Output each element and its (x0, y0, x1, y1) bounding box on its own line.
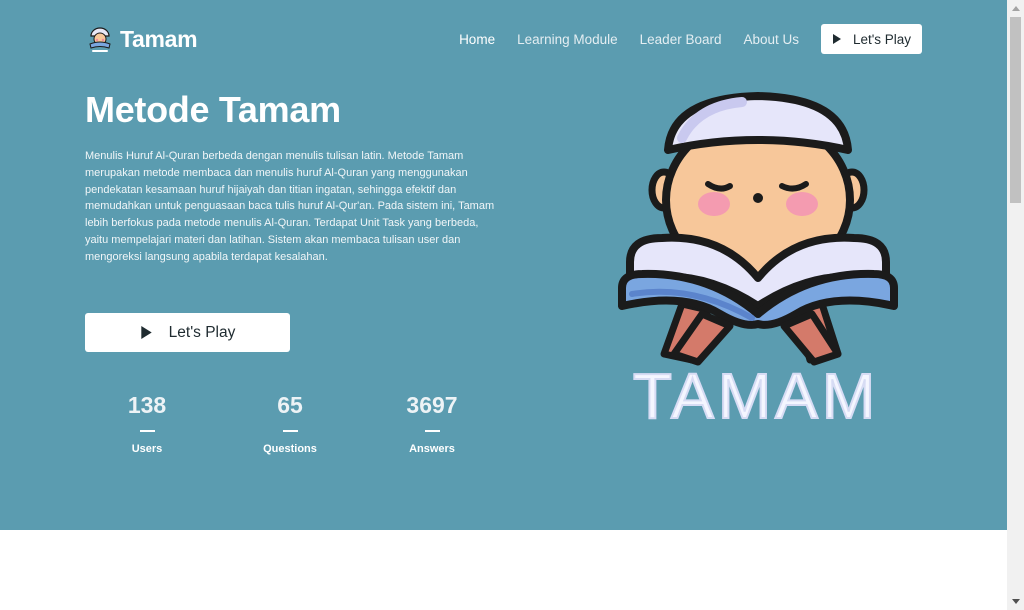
tamam-mascot-illustration: TAMAM (618, 92, 898, 432)
stat-value: 138 (127, 392, 167, 418)
hero-lets-play-label: Let's Play (168, 323, 236, 341)
stat-users: 138 Users (82, 392, 212, 455)
nav-lets-play-button[interactable]: Let's Play (821, 24, 922, 54)
nav-link-about-us[interactable]: About Us (743, 32, 799, 47)
illustration-wordmark: TAMAM (633, 360, 879, 432)
stat-divider (424, 430, 440, 432)
navbar: Tamam Home Learning Module Leader Board … (85, 22, 922, 56)
stat-label: Users (131, 443, 163, 455)
nav-link-home[interactable]: Home (459, 32, 495, 47)
nav-link-learning-module[interactable]: Learning Module (517, 32, 618, 47)
hero-title: Metode Tamam (85, 89, 341, 130)
stat-value: 65 (277, 392, 303, 418)
hero-description: Menulis Huruf Al-Quran berbeda dengan me… (85, 150, 495, 263)
stat-label: Answers (409, 443, 455, 455)
stat-value: 3697 (406, 392, 458, 418)
brand[interactable]: Tamam (85, 22, 198, 56)
scroll-up-arrow-icon[interactable] (1007, 0, 1024, 17)
stat-questions: 65 Questions (225, 392, 355, 455)
hero-lets-play-button[interactable]: Let's Play (85, 313, 290, 352)
stat-answers: 3697 Answers (367, 392, 497, 455)
play-icon (832, 34, 841, 44)
nav-links: Home Learning Module Leader Board About … (459, 22, 922, 56)
stat-label: Questions (263, 443, 317, 455)
stat-divider (282, 430, 298, 432)
hero-section: Tamam Home Learning Module Leader Board … (0, 0, 1007, 530)
stat-divider (139, 430, 155, 432)
brand-name: Tamam (120, 25, 198, 52)
nav-link-leader-board[interactable]: Leader Board (640, 32, 722, 47)
nav-lets-play-label: Let's Play (852, 31, 912, 47)
scrollbar-thumb[interactable] (1010, 17, 1021, 203)
play-icon (140, 326, 152, 339)
scroll-down-arrow-icon[interactable] (1007, 593, 1024, 610)
tamam-logo-icon (89, 27, 111, 52)
